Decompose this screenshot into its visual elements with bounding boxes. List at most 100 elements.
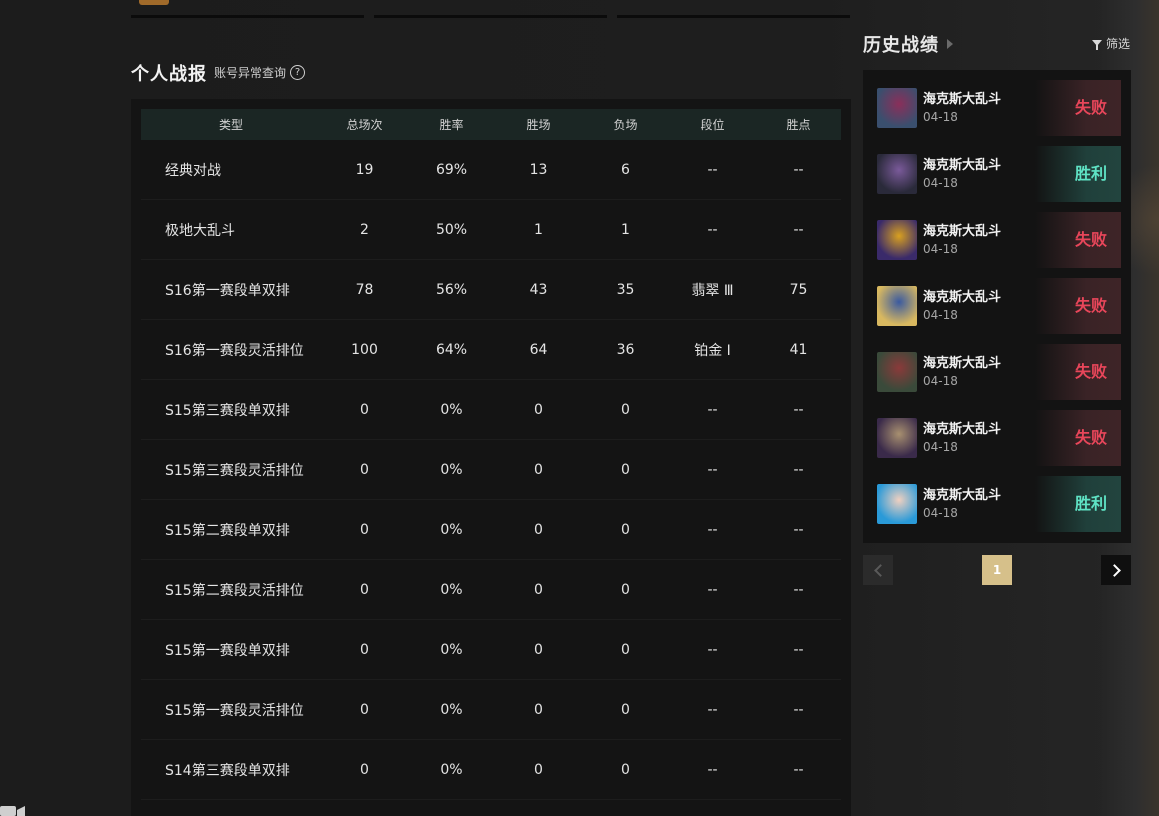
header-winrate: 胜率	[439, 118, 464, 132]
cell-total: 100	[351, 341, 378, 358]
cell-type: S16第一赛段灵活排位	[165, 342, 304, 359]
champion-avatar	[877, 418, 917, 458]
page-number-active[interactable]: 1	[982, 555, 1012, 585]
match-mode: 海克斯大乱斗	[923, 422, 1002, 437]
top-card-2[interactable]	[374, 0, 607, 18]
cell-wins: 0	[534, 641, 543, 658]
match-mode: 海克斯大乱斗	[923, 356, 1002, 371]
header-rank: 段位	[700, 118, 725, 132]
cell-lp: --	[793, 581, 804, 598]
cell-rank: --	[707, 761, 718, 778]
cell-type: S15第三赛段灵活排位	[165, 462, 304, 479]
match-result: 胜利	[1035, 476, 1121, 532]
cell-rank: --	[707, 221, 718, 238]
match-date: 04-18	[923, 440, 958, 454]
stats-table-body: 经典对战 19 69% 13 6 -- -- 极地大乱斗 2 50% 1 1 -- -- S16第一赛段单双…	[141, 140, 841, 800]
match-item[interactable]: 海克斯大乱斗 04-18 失败	[873, 344, 1121, 400]
cell-wins: 0	[534, 761, 543, 778]
cell-rank: --	[707, 401, 718, 418]
match-item[interactable]: 海克斯大乱斗 04-18 失败	[873, 410, 1121, 466]
cell-total: 0	[360, 701, 369, 718]
cell-wins: 43	[529, 281, 548, 298]
table-row: S15第三赛段单双排 0 0% 0 0 -- --	[141, 380, 841, 440]
champion-avatar	[877, 286, 917, 326]
match-mode: 海克斯大乱斗	[923, 224, 1002, 239]
table-row: S15第一赛段灵活排位 0 0% 0 0 -- --	[141, 680, 841, 740]
cell-losses: 1	[621, 221, 630, 238]
cell-lp: --	[793, 701, 804, 718]
cell-wins: 0	[534, 521, 543, 538]
match-result: 失败	[1035, 410, 1121, 466]
chevron-left-icon	[873, 563, 887, 577]
cell-winrate: 0%	[440, 521, 463, 538]
cell-type: S15第一赛段单双排	[165, 642, 290, 659]
app-root: 个人战报 账号异常查询 ? 类型 总场次 胜率 胜场 负场 段位 胜点 经典对战…	[0, 0, 1159, 816]
match-date: 04-18	[923, 176, 958, 190]
cell-type: S15第二赛段单双排	[165, 522, 290, 539]
cell-rank: 翡翠 Ⅲ	[691, 282, 734, 299]
cell-losses: 6	[621, 161, 630, 178]
champion-portrait	[877, 484, 917, 524]
cell-lp: --	[793, 521, 804, 538]
cell-total: 19	[355, 161, 374, 178]
cell-winrate: 0%	[440, 701, 463, 718]
table-row: S16第一赛段单双排 78 56% 43 35 翡翠 Ⅲ 75	[141, 260, 841, 320]
cell-lp: --	[793, 461, 804, 478]
table-row: S15第一赛段单双排 0 0% 0 0 -- --	[141, 620, 841, 680]
cell-type: S15第二赛段灵活排位	[165, 582, 304, 599]
cell-losses: 0	[621, 641, 630, 658]
match-item[interactable]: 海克斯大乱斗 04-18 失败	[873, 278, 1121, 334]
cell-total: 0	[360, 761, 369, 778]
champion-avatar	[877, 352, 917, 392]
cell-lp: --	[793, 761, 804, 778]
header-wins: 胜场	[526, 118, 551, 132]
account-anomaly-link[interactable]: 账号异常查询 ?	[214, 64, 306, 81]
cell-losses: 0	[621, 761, 630, 778]
cell-losses: 0	[621, 461, 630, 478]
match-date: 04-18	[923, 506, 958, 520]
cell-wins: 1	[534, 221, 543, 238]
cell-losses: 0	[621, 401, 630, 418]
cell-losses: 0	[621, 581, 630, 598]
help-icon[interactable]: ?	[290, 65, 306, 80]
history-title-link[interactable]: 历史战绩	[863, 31, 953, 57]
cell-winrate: 0%	[440, 581, 463, 598]
camera-icon[interactable]	[0, 804, 26, 816]
top-card-3[interactable]	[617, 0, 850, 18]
table-row: S16第一赛段灵活排位 100 64% 64 36 铂金 Ⅰ 41	[141, 320, 841, 380]
match-result: 失败	[1035, 212, 1121, 268]
champion-avatar	[877, 484, 917, 524]
match-item[interactable]: 海克斯大乱斗 04-18 胜利	[873, 146, 1121, 202]
stats-table-header: 类型 总场次 胜率 胜场 负场 段位 胜点	[141, 109, 841, 140]
cell-rank: --	[707, 701, 718, 718]
personal-stats-title: 个人战报	[131, 64, 207, 85]
cell-type: S14第三赛段单双排	[165, 762, 290, 779]
header-lp: 胜点	[786, 118, 811, 132]
match-item[interactable]: 海克斯大乱斗 04-18 胜利	[873, 476, 1121, 532]
filter-button[interactable]: 筛选	[1092, 35, 1130, 52]
chevron-right-icon	[1107, 563, 1121, 577]
champion-portrait	[877, 88, 917, 128]
cell-rank: --	[707, 641, 718, 658]
cell-winrate: 0%	[440, 461, 463, 478]
match-date: 04-18	[923, 374, 958, 388]
cell-type: S15第一赛段灵活排位	[165, 702, 304, 719]
match-item[interactable]: 海克斯大乱斗 04-18 失败	[873, 212, 1121, 268]
cell-wins: 0	[534, 701, 543, 718]
cell-wins: 0	[534, 401, 543, 418]
next-page-button[interactable]	[1101, 555, 1131, 585]
match-date: 04-18	[923, 110, 958, 124]
match-result: 失败	[1035, 80, 1121, 136]
cell-lp: --	[793, 161, 804, 178]
cell-type: S15第三赛段单双排	[165, 402, 290, 419]
cell-winrate: 56%	[435, 281, 468, 298]
match-item[interactable]: 海克斯大乱斗 04-18 失败	[873, 80, 1121, 136]
cell-total: 78	[355, 281, 374, 298]
table-row: S15第三赛段灵活排位 0 0% 0 0 -- --	[141, 440, 841, 500]
prev-page-button[interactable]	[863, 555, 893, 585]
history-title: 历史战绩	[863, 35, 939, 56]
champion-portrait	[877, 220, 917, 260]
cell-winrate: 64%	[435, 341, 468, 358]
match-mode: 海克斯大乱斗	[923, 290, 1002, 305]
cell-rank: 铂金 Ⅰ	[694, 342, 731, 359]
